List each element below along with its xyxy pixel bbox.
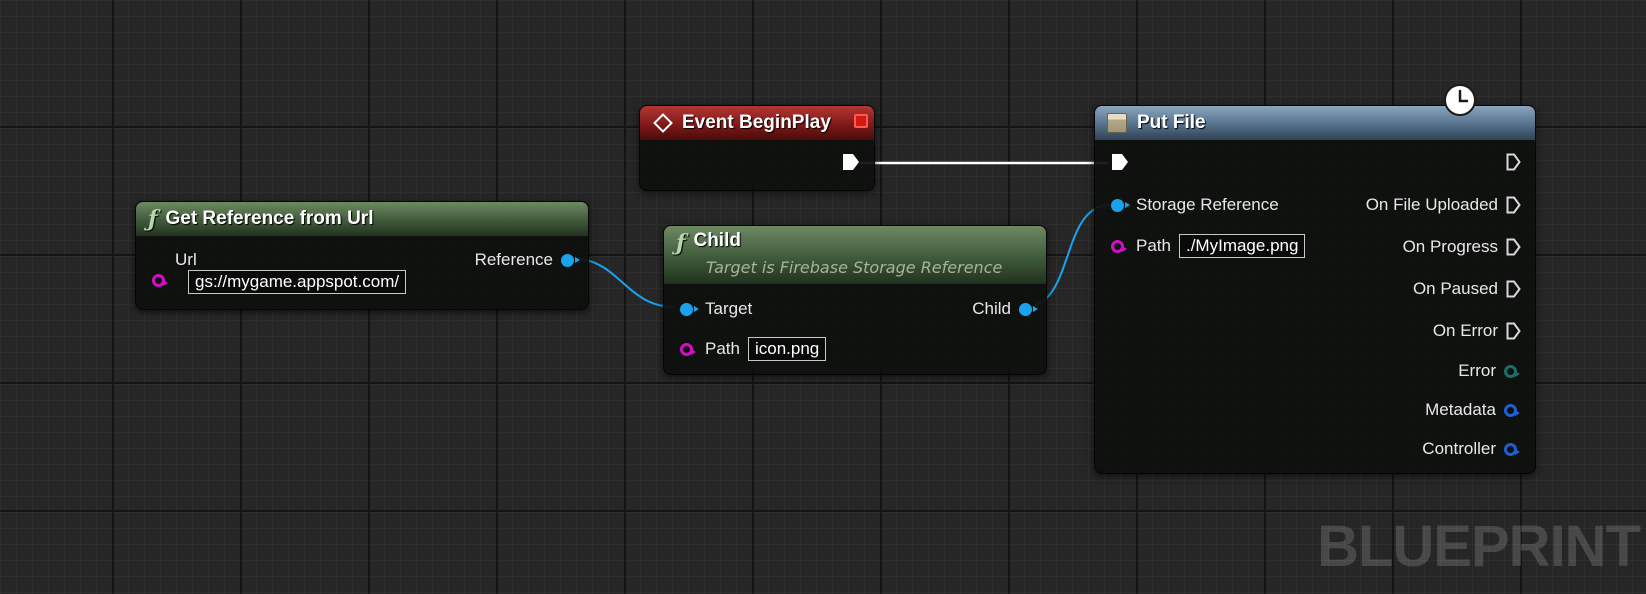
blueprint-watermark: BLUEPRINT	[1317, 514, 1641, 579]
function-icon: ƒ	[676, 230, 686, 256]
path-input-pin[interactable]: Path icon.png	[680, 337, 827, 361]
delegate-output-pin[interactable]	[854, 114, 868, 128]
url-label: Url	[175, 250, 197, 269]
on-file-uploaded-pin[interactable]: On File Uploaded	[1358, 195, 1521, 215]
string-pin-icon	[680, 342, 696, 356]
exec-output-pin[interactable]	[1506, 153, 1521, 171]
path-input-pin[interactable]: Path ./MyImage.png	[1111, 234, 1306, 258]
path-label: Path	[705, 339, 740, 358]
storage-reference-label: Storage Reference	[1136, 195, 1279, 214]
node-title: Put File	[1137, 112, 1206, 133]
string-pin-icon	[152, 274, 168, 287]
get-reference-from-url-node[interactable]: ƒ Get Reference from Url Url gs://mygame…	[135, 201, 589, 310]
node-subtitle: Target is Firebase Storage Reference	[706, 258, 1003, 277]
object-pin-icon	[561, 253, 580, 267]
reference-label: Reference	[474, 250, 553, 269]
exec-pin-icon	[1506, 322, 1521, 340]
node-title: Get Reference from Url	[165, 208, 374, 229]
latent-node-icon	[1107, 113, 1127, 133]
exec-input-pin[interactable]	[1111, 153, 1129, 171]
exec-pin-icon	[1112, 154, 1128, 170]
struct-pin-icon	[1504, 364, 1520, 378]
event-diamond-icon	[653, 113, 673, 133]
reference-output-pin[interactable]: Reference	[467, 250, 580, 270]
url-value-field[interactable]: gs://mygame.appspot.com/	[188, 270, 407, 294]
node-title: Event BeginPlay	[682, 112, 831, 133]
child-node[interactable]: ƒ Child Target is Firebase Storage Refer…	[663, 225, 1047, 375]
target-label: Target	[705, 299, 753, 318]
target-input-pin[interactable]: Target	[680, 299, 760, 319]
exec-pin-icon	[1506, 238, 1521, 256]
on-error-label: On Error	[1432, 321, 1498, 340]
object-pin-icon	[1111, 198, 1130, 212]
exec-pin-icon	[1506, 153, 1521, 171]
on-paused-pin[interactable]: On Paused	[1405, 279, 1521, 299]
string-pin-icon	[1111, 239, 1127, 253]
put-file-node[interactable]: Put File Storage Reference Path ./MyImag…	[1094, 105, 1536, 474]
controller-output-pin[interactable]: Controller	[1414, 439, 1520, 459]
object-ring-pin-icon	[1504, 403, 1520, 417]
on-progress-label: On Progress	[1402, 237, 1498, 256]
exec-pin-icon	[1506, 196, 1521, 214]
controller-label: Controller	[1422, 439, 1496, 458]
get-reference-header: ƒ Get Reference from Url	[136, 202, 588, 236]
on-paused-label: On Paused	[1412, 279, 1498, 298]
path-value-field[interactable]: icon.png	[747, 337, 827, 361]
child-output-pin[interactable]: Child	[964, 299, 1038, 319]
metadata-label: Metadata	[1425, 400, 1496, 419]
error-label: Error	[1458, 361, 1496, 380]
object-ring-pin-icon	[1504, 442, 1520, 456]
metadata-output-pin[interactable]: Metadata	[1417, 400, 1520, 420]
exec-pin-icon	[1506, 280, 1521, 298]
clock-icon	[1444, 84, 1476, 116]
on-file-uploaded-label: On File Uploaded	[1365, 195, 1498, 214]
path-value-field[interactable]: ./MyImage.png	[1178, 234, 1306, 258]
object-pin-icon	[1019, 302, 1038, 316]
exec-output-pin[interactable]	[842, 153, 860, 171]
node-title: Child	[693, 230, 741, 251]
event-beginplay-node[interactable]: Event BeginPlay	[639, 105, 875, 191]
child-label: Child	[972, 299, 1011, 318]
on-error-pin[interactable]: On Error	[1425, 321, 1521, 341]
object-pin-icon	[680, 302, 699, 316]
on-progress-pin[interactable]: On Progress	[1395, 237, 1521, 257]
storage-reference-input-pin[interactable]: Storage Reference	[1111, 195, 1287, 215]
error-output-pin[interactable]: Error	[1450, 361, 1520, 381]
exec-pin-icon	[843, 154, 859, 170]
function-icon: ƒ	[148, 206, 158, 232]
path-label: Path	[1136, 236, 1171, 255]
event-beginplay-header: Event BeginPlay	[640, 106, 874, 140]
child-header: ƒ Child Target is Firebase Storage Refer…	[664, 226, 1046, 284]
